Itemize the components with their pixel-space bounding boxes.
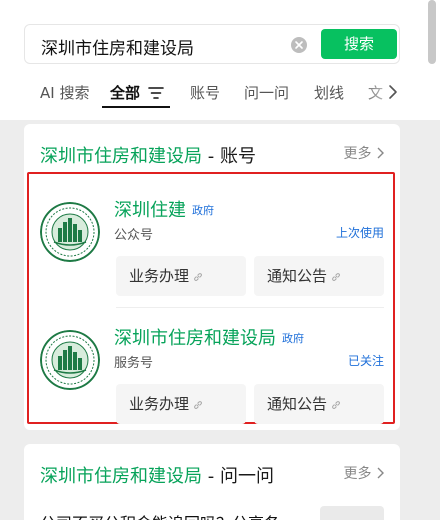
tabs-fade (358, 76, 440, 108)
link-icon (194, 401, 202, 409)
thumbnail-image (320, 506, 384, 520)
search-button[interactable]: 搜索 (321, 29, 397, 59)
card-title: 深圳市住房和建设局 - 账号 (40, 146, 256, 167)
government-badge: 政府 (192, 204, 214, 217)
government-badge: 政府 (282, 332, 304, 345)
tab-accounts[interactable]: 账号 (190, 82, 220, 103)
chevron-right-icon (377, 467, 384, 479)
notice-button[interactable]: 通知公告 (254, 256, 384, 296)
card-title: 深圳市住房和建设局 - 问一问 (40, 466, 274, 487)
emblem-avatar (40, 330, 100, 390)
chevron-right-icon[interactable] (388, 84, 398, 104)
scrollbar[interactable] (428, 0, 436, 64)
search-header: 深圳市住房和建设局 搜索 AI 搜索 全部 账号 问一问 划线 文 (0, 0, 440, 120)
account-name[interactable]: 深圳市住房和建设局 (114, 324, 276, 350)
account-item[interactable]: 深圳市住房和建设局 政府 服务号 已关注 业务办理 通知公告 (40, 324, 384, 452)
account-type: 公众号 (114, 228, 154, 243)
filter-tabs: AI 搜索 全部 账号 问一问 划线 文 (0, 76, 440, 108)
search-input[interactable]: 深圳市住房和建设局 (41, 34, 194, 59)
question-title[interactable]: 公司不买公积金能追回吗？分享各 (40, 510, 280, 520)
clear-icon[interactable] (291, 37, 307, 53)
account-status: 已关注 (347, 354, 384, 368)
tab-ai-search[interactable]: AI 搜索 (40, 82, 89, 103)
active-tab-indicator (102, 106, 170, 108)
account-type: 服务号 (114, 356, 154, 371)
business-service-button[interactable]: 业务办理 (116, 384, 246, 424)
chevron-right-icon (377, 147, 384, 159)
tab-ask[interactable]: 问一问 (244, 82, 289, 103)
tab-highlights[interactable]: 划线 (314, 82, 344, 103)
link-icon (194, 273, 202, 281)
tab-all[interactable]: 全部 (110, 82, 140, 103)
search-box[interactable]: 深圳市住房和建设局 搜索 (24, 24, 400, 64)
link-icon (332, 273, 340, 281)
more-link[interactable]: 更多 (344, 143, 384, 163)
more-link[interactable]: 更多 (344, 463, 384, 483)
account-status: 上次使用 (335, 226, 384, 240)
divider (116, 307, 384, 308)
notice-button[interactable]: 通知公告 (254, 384, 384, 424)
account-name[interactable]: 深圳住建 (114, 196, 186, 222)
account-results-card: 深圳市住房和建设局 - 账号 更多 深圳住建 政府 公众号 上次使用 业务办理 … (24, 124, 400, 430)
link-icon (332, 401, 340, 409)
business-service-button[interactable]: 业务办理 (116, 256, 246, 296)
account-item[interactable]: 深圳住建 政府 公众号 上次使用 业务办理 通知公告 (40, 196, 384, 324)
qa-results-card: 深圳市住房和建设局 - 问一问 更多 公司不买公积金能追回吗？分享各 (24, 444, 400, 520)
emblem-avatar (40, 202, 100, 262)
filter-icon[interactable] (148, 85, 164, 104)
